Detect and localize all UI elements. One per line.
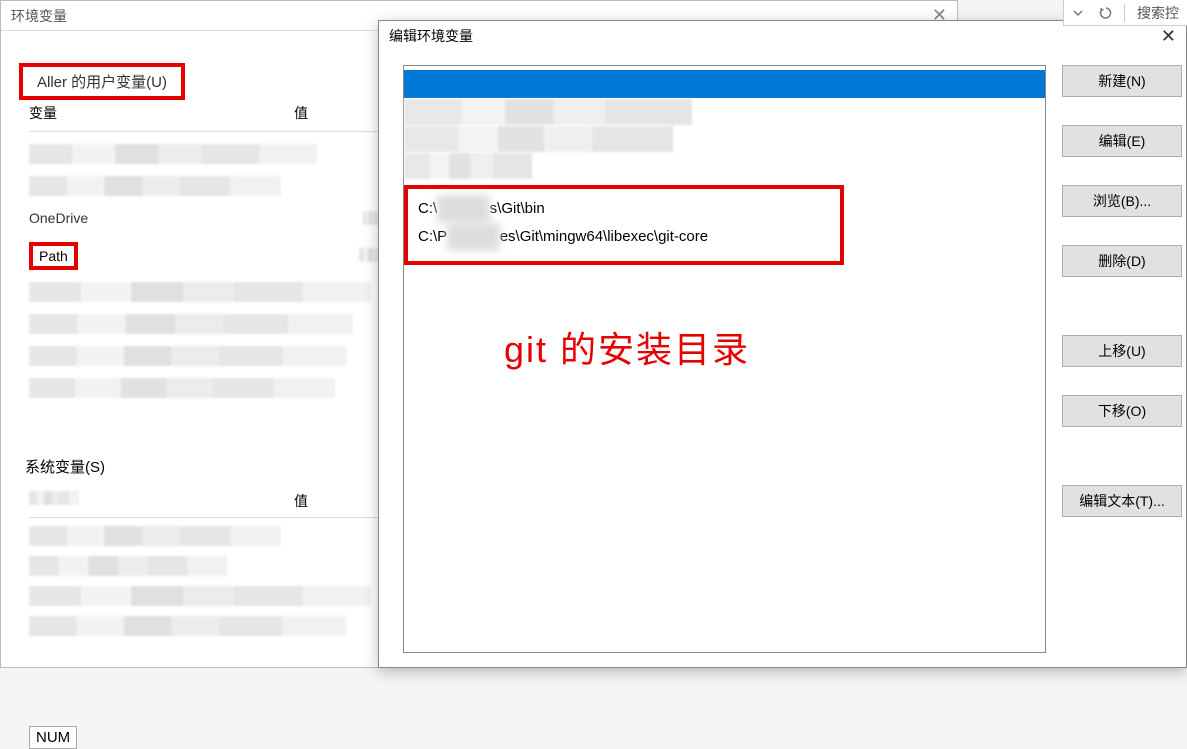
blurred-row [29,556,227,576]
path-entry-selected[interactable] [404,70,1045,98]
col-variable[interactable]: 变量 [29,103,294,123]
blurred-row [29,176,281,196]
col-value[interactable]: 值 [294,491,389,511]
new-button[interactable]: 新建(N) [1062,65,1182,97]
edit-button[interactable]: 编辑(E) [1062,125,1182,157]
edit-env-var-dialog: 编辑环境变量 ✕ C:\xxxxxxxs\Git\bin C:\Pxxxxxxx… [378,20,1187,668]
sys-vars-list[interactable]: 值 NUM [29,491,389,749]
col-variable-blur [29,491,294,511]
list-item-onedrive[interactable]: OneDrive [29,208,389,228]
blurred-row [29,526,281,546]
sys-list-header: 值 [29,491,389,518]
blurred-row [29,144,317,164]
close-icon[interactable]: ✕ [1161,26,1176,47]
page-toolbar: 搜索控 [1063,0,1187,26]
toolbar-separator [1124,4,1125,22]
blurred-row [29,282,371,302]
path-text: C:\ [418,200,437,217]
path-entry-git-bin[interactable]: C:\xxxxxxxs\Git\bin [418,195,830,223]
move-down-button[interactable]: 下移(O) [1062,395,1182,427]
dialog-button-column: 新建(N) 编辑(E) 浏览(B)... 删除(D) 上移(U) 下移(O) 编… [1062,65,1182,653]
user-vars-list[interactable]: 变量 值 OneDrive Path [29,101,389,401]
col-value[interactable]: 值 [294,103,389,123]
path-text: s\Git\bin [490,200,545,217]
path-entry-blurred[interactable] [404,153,532,179]
num-label: NUM [36,729,70,746]
delete-button[interactable]: 删除(D) [1062,245,1182,277]
blurred-row [29,346,346,366]
path-text: C:\P [418,228,447,245]
edit-text-button[interactable]: 编辑文本(T)... [1062,485,1182,517]
blurred-row [29,378,335,398]
blurred-row [29,616,346,636]
move-up-button[interactable]: 上移(U) [1062,335,1182,367]
path-entry-blurred[interactable] [404,99,692,125]
refresh-icon[interactable] [1096,3,1116,23]
user-vars-section-label: Aller 的用户变量(U) [29,70,175,95]
list-header: 变量 值 [29,101,389,132]
path-entries-list[interactable]: C:\xxxxxxxs\Git\bin C:\Pxxxxxxxes\Git\mi… [403,65,1046,653]
git-paths-highlight: C:\xxxxxxxs\Git\bin C:\Pxxxxxxxes\Git\mi… [404,185,844,265]
list-item-num[interactable]: NUM [29,726,77,749]
path-text: es\Git\mingw64\libexec\git-core [500,228,708,245]
path-entry-blurred[interactable] [404,126,673,152]
blurred-row [29,586,371,606]
user-vars-section-highlight: Aller 的用户变量(U) [19,63,185,100]
dropdown-icon[interactable] [1068,3,1088,23]
blurred-text: xxxxxxx [447,223,500,251]
blurred-text: xxxxxxx [437,195,490,223]
browse-button[interactable]: 浏览(B)... [1062,185,1182,217]
onedrive-label: OneDrive [29,210,88,226]
dialog-title: 环境变量 [11,6,67,26]
annotation-label: git 的安装目录 [504,321,750,373]
path-entry-git-core[interactable]: C:\Pxxxxxxxes\Git\mingw64\libexec\git-co… [418,223,830,251]
sys-vars-section-label: 系统变量(S) [25,456,105,477]
blurred-row [29,314,353,334]
path-label: Path [39,248,68,264]
search-label[interactable]: 搜索控 [1133,3,1183,23]
dialog-title: 编辑环境变量 [389,26,473,46]
list-item-path-highlight[interactable]: Path [29,242,78,270]
